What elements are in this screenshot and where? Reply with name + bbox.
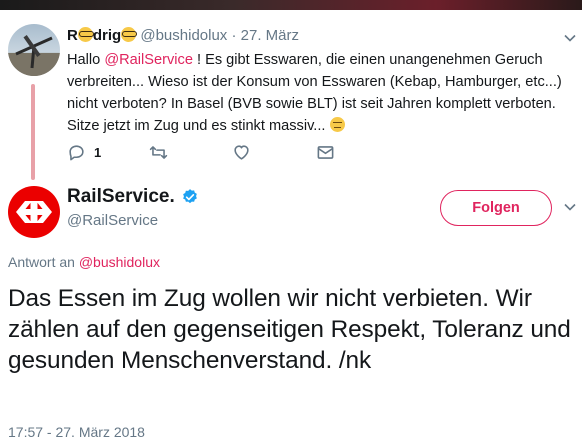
parent-tweet-text: Hallo @RailService ! Es gibt Esswaren, d… [67,49,567,137]
author-name-end: drig [92,27,122,44]
main-tweet-timestamp[interactable]: 17:57 - 27. März 2018 [8,424,145,440]
reply-icon [69,145,84,161]
author-name-start: R [67,27,78,44]
nerd-glasses-emoji-icon [77,27,94,42]
unamused-face-emoji-icon [329,117,345,132]
reply-button[interactable]: 1 [67,143,101,162]
parent-avatar[interactable] [8,24,60,76]
envelope-icon [317,146,334,159]
main-tweet-text: Das Essen im Zug wollen wir nicht verbie… [8,285,571,374]
main-author-name[interactable]: RailService. [67,186,199,208]
parent-author-name[interactable]: Rdrig [67,27,138,44]
avatar-photo [8,35,60,76]
chevron-down-icon[interactable] [563,31,577,45]
top-banner-strip [0,0,582,10]
sbb-logo-avatar[interactable] [8,186,60,238]
nerd-glasses-emoji-icon [121,27,138,42]
parent-tweet-date[interactable]: 27. März [241,27,299,44]
heart-icon [234,145,249,160]
sbb-logo-icon [16,201,52,223]
text-greeting: Hallo [67,52,105,68]
reply-count: 1 [94,145,102,160]
thread-connector-line [31,84,35,180]
chevron-down-icon[interactable] [563,200,577,214]
reply-to-label: Antwort an [8,254,79,270]
like-button[interactable] [232,143,251,162]
reply-to-line: Antwort an @bushidolux [8,254,160,270]
retweet-button[interactable] [149,143,168,162]
verified-badge-icon [182,189,197,204]
parent-tweet-header: Rdrig @bushidolux · 27. März [67,27,299,44]
main-author-handle[interactable]: @RailService [67,212,158,229]
follow-button[interactable]: Folgen [440,190,552,226]
header-separator: · [231,27,237,44]
main-author-name-text: RailService. [67,186,175,207]
mention-link[interactable]: @RailService [104,52,193,68]
direct-message-button[interactable] [316,143,335,162]
reply-to-handle-link[interactable]: @bushidolux [79,254,160,270]
retweet-icon [149,146,168,159]
parent-author-handle[interactable]: @bushidolux [140,27,227,44]
